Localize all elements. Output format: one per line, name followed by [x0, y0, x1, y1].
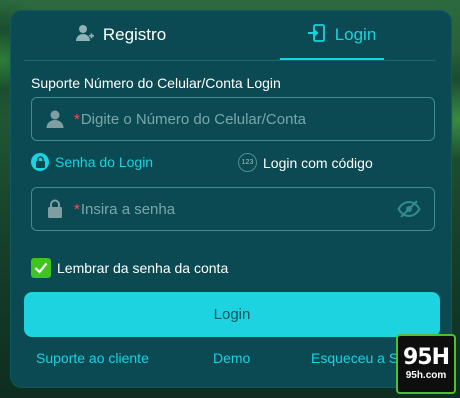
login-mode-code-label: Login com código — [263, 154, 373, 171]
login-panel: Registro Login Suporte Número do Celular… — [10, 10, 452, 388]
remember-checkbox[interactable] — [31, 258, 51, 278]
tabs-divider — [24, 60, 436, 61]
remember-password[interactable]: Lembrar da senha da conta — [31, 258, 228, 278]
lock-icon — [31, 153, 49, 171]
watermark-small-text: 95h.com — [405, 370, 447, 381]
login-mode-code[interactable]: 123 Login com código — [238, 153, 373, 172]
watermark-logo: 95H 95h.com — [396, 334, 456, 394]
login-door-icon — [307, 23, 327, 48]
watermark-big-text: 95H — [402, 345, 450, 370]
login-mode-password-label: Senha do Login — [55, 154, 154, 170]
code-123-icon: 123 — [238, 153, 257, 172]
password-field: * — [31, 187, 435, 231]
auth-tabs: Registro Login — [10, 10, 452, 60]
remember-label: Lembrar da senha da conta — [57, 260, 229, 276]
forgot-password-link[interactable]: Esqueceu a S — [311, 350, 398, 366]
tab-login-label: Login — [334, 25, 377, 44]
support-link[interactable]: Suporte ao cliente — [36, 350, 149, 366]
account-field-label: Suporte Número do Celular/Conta Login — [31, 75, 281, 91]
demo-link[interactable]: Demo — [213, 350, 250, 366]
login-mode-password[interactable]: Senha do Login — [31, 153, 153, 171]
account-field: * — [31, 97, 435, 141]
add-user-icon — [75, 23, 95, 48]
account-input[interactable] — [79, 110, 434, 128]
login-mode-options: Senha do Login 123 Login com código — [31, 153, 433, 175]
tab-register[interactable]: Registro — [10, 10, 231, 60]
tab-register-label: Registro — [102, 25, 167, 44]
user-icon — [44, 108, 66, 130]
lock-icon — [44, 198, 66, 220]
tab-login[interactable]: Login — [231, 10, 452, 60]
login-button[interactable]: Login — [24, 292, 440, 337]
eye-off-icon[interactable] — [396, 196, 422, 222]
checkmark-icon — [34, 262, 48, 274]
password-input[interactable] — [79, 200, 396, 218]
